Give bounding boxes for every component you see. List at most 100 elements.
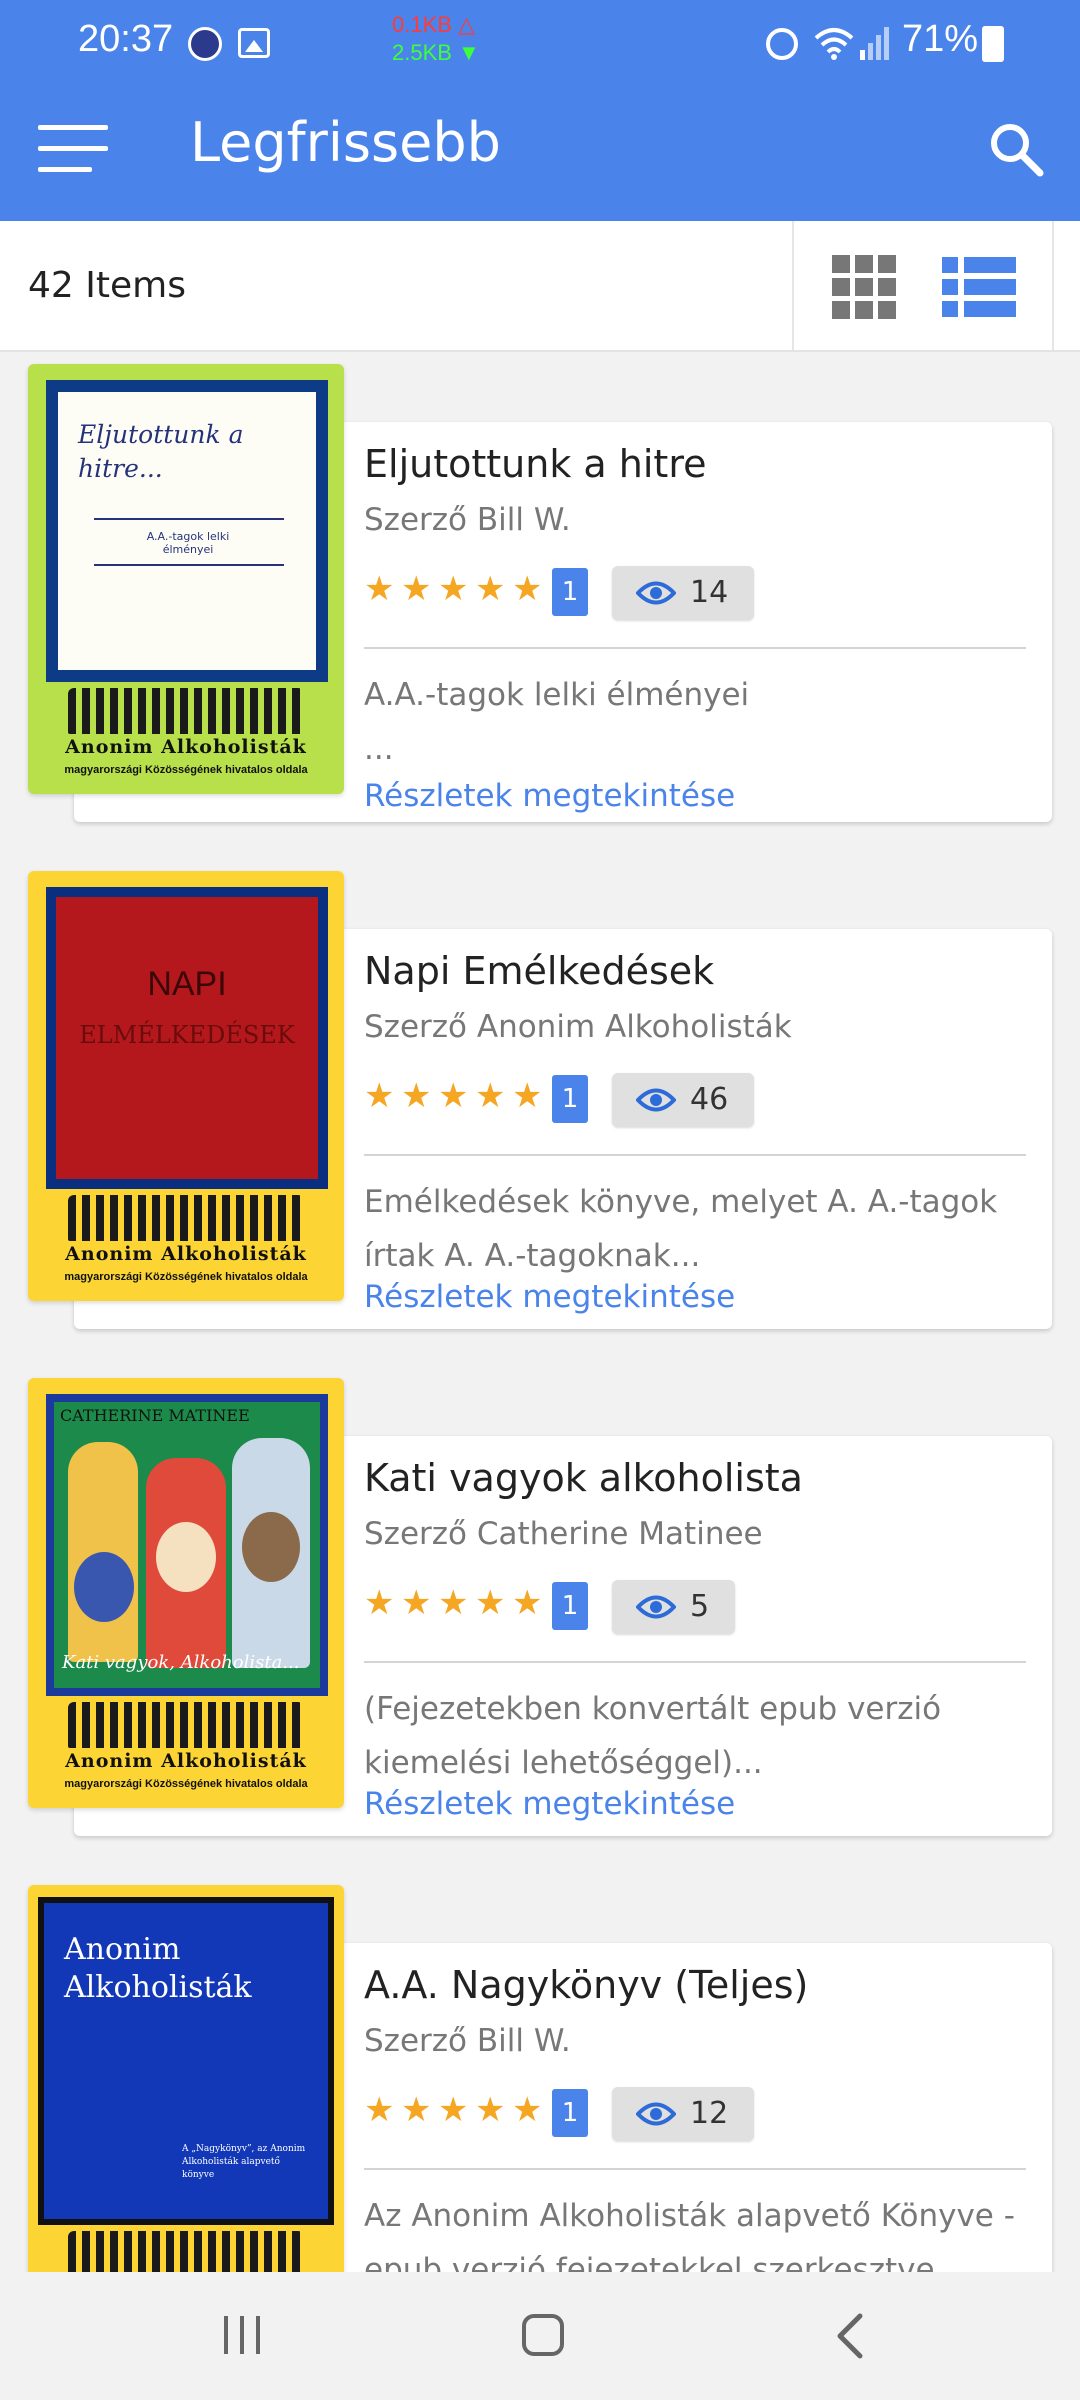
card-divider (364, 1154, 1026, 1156)
signal-icon (860, 27, 889, 60)
page-title: Legfrissebb (190, 111, 501, 174)
rating-stars: ★ ★ ★ ★ ★ (364, 1586, 546, 1626)
views-count: 5 (690, 1589, 710, 1624)
hamburger-menu-icon[interactable] (38, 125, 108, 173)
star-icon: ★ (512, 1076, 543, 1116)
views-count: 12 (690, 2096, 729, 2131)
rating-count-badge: 1 (552, 1582, 588, 1630)
list-item[interactable]: Anonim Alkoholisták A „Nagykönyv”, az An… (0, 1873, 1080, 2272)
cover-org-name: Anonim Alkoholisták (65, 1750, 307, 1772)
details-link[interactable]: Részletek megtekintése (364, 1786, 735, 1822)
grid-view-icon[interactable] (792, 221, 922, 350)
star-icon: ★ (401, 569, 432, 609)
book-author: Szerző Bill W. (364, 502, 571, 538)
cover-subtitle-text: ELMÉLKEDÉSEK (79, 1021, 295, 1049)
rating-stars: ★ ★ ★ ★ ★ (364, 572, 546, 612)
search-icon[interactable] (986, 119, 1046, 179)
cover-org-sub: magyarországi Közösségének hivatalos old… (64, 1778, 308, 1790)
star-icon: ★ (475, 2090, 506, 2130)
rating-count-badge: 1 (552, 2089, 588, 2137)
rating-count-badge: 1 (552, 568, 588, 616)
star-icon: ★ (438, 1583, 469, 1623)
cover-title-text: Anonim Alkoholisták (64, 1932, 252, 2005)
system-nav-bar (0, 2272, 1080, 2400)
book-author: Szerző Anonim Alkoholisták (364, 1009, 792, 1045)
book-description: Emélkedések könyve, melyet A. A.-tagok í… (364, 1184, 998, 1274)
cover-title-text: NAPI (147, 965, 227, 1003)
book-cover-image[interactable]: Eljutottunk a hitre... A.A.-tagok lelki … (28, 364, 344, 794)
star-icon: ★ (364, 1076, 395, 1116)
book-cover-image[interactable]: Anonim Alkoholisták A „Nagykönyv”, az An… (28, 1885, 344, 2272)
star-icon: ★ (475, 569, 506, 609)
status-time: 20:37 (78, 18, 174, 60)
star-icon: ★ (475, 1076, 506, 1116)
details-link[interactable]: Részletek megtekintése (364, 778, 735, 814)
rating-count-badge: 1 (552, 1075, 588, 1123)
views-badge: 12 (612, 2087, 755, 2141)
list-item[interactable]: Eljutottunk a hitre... A.A.-tagok lelki … (0, 352, 1080, 822)
cover-title-text: Eljutottunk a hitre... (78, 420, 244, 483)
eye-icon (636, 2102, 676, 2126)
list-view-icon[interactable] (922, 221, 1054, 350)
net-download-speed: 2.5KB ▼ (392, 40, 480, 65)
list-item[interactable]: CATHERINE MATINEE Kati vagyok, Alkoholis… (0, 1366, 1080, 1836)
book-description: A.A.-tagok lelki élményei ... (364, 677, 750, 767)
status-bar: 20:37 0.1KB △ 2.5KB ▼ 71% (0, 0, 1080, 73)
items-count: 42 Items (28, 265, 186, 306)
book-list: Eljutottunk a hitre... A.A.-tagok lelki … (0, 352, 1080, 2272)
book-description: Az Anonim Alkoholisták alapvető Könyve -… (364, 2198, 1015, 2272)
eye-icon (636, 1595, 676, 1619)
cover-subtitle-text: Kati vagyok, Alkoholista... (62, 1652, 300, 1673)
wifi-icon (814, 28, 854, 60)
book-title[interactable]: Napi Emélkedések (364, 949, 714, 993)
star-icon: ★ (364, 2090, 395, 2130)
eye-icon (636, 581, 676, 605)
card-divider (364, 647, 1026, 649)
book-title[interactable]: Eljutottunk a hitre (364, 442, 706, 486)
cover-org-sub: magyarországi Közösségének hivatalos old… (64, 764, 308, 776)
star-icon: ★ (364, 569, 395, 609)
list-item[interactable]: NAPI ELMÉLKEDÉSEK Anonim Alkoholisták ma… (0, 859, 1080, 1329)
back-icon[interactable] (830, 2312, 874, 2360)
star-icon: ★ (438, 2090, 469, 2130)
cover-org-name: Anonim Alkoholisták (65, 736, 307, 758)
net-upload-speed: 0.1KB △ (392, 12, 475, 37)
battery-icon (982, 26, 1004, 62)
cover-org-sub: magyarországi Közösségének hivatalos old… (64, 1271, 308, 1283)
views-count: 14 (690, 575, 729, 610)
book-author: Szerző Catherine Matinee (364, 1516, 763, 1552)
card-divider (364, 2168, 1026, 2170)
home-icon[interactable] (522, 2314, 564, 2356)
book-title[interactable]: Kati vagyok alkoholista (364, 1456, 803, 1500)
star-icon: ★ (512, 2090, 543, 2130)
star-icon: ★ (364, 1583, 395, 1623)
star-icon: ★ (512, 1583, 543, 1623)
views-badge: 5 (612, 1580, 736, 1634)
rating-stars: ★ ★ ★ ★ ★ (364, 2093, 546, 2133)
star-icon: ★ (512, 569, 543, 609)
views-count: 46 (690, 1082, 729, 1117)
battery-percentage: 71% (902, 18, 979, 60)
star-icon: ★ (401, 1076, 432, 1116)
image-notification-icon (238, 28, 270, 58)
star-icon: ★ (475, 1583, 506, 1623)
eye-icon (636, 1088, 676, 1112)
card-divider (364, 1661, 1026, 1663)
cover-branding-strip (28, 2225, 344, 2272)
notification-icon (188, 27, 222, 61)
cover-branding-strip: Anonim Alkoholisták magyarországi Közöss… (28, 1696, 344, 1808)
book-cover-image[interactable]: CATHERINE MATINEE Kati vagyok, Alkoholis… (28, 1378, 344, 1808)
star-icon: ★ (401, 1583, 432, 1623)
cover-subtitle-text: A „Nagykönyv”, az Anonim Alkoholisták al… (182, 2144, 306, 2180)
app-bar: Legfrissebb (0, 73, 1080, 221)
book-cover-image[interactable]: NAPI ELMÉLKEDÉSEK Anonim Alkoholisták ma… (28, 871, 344, 1301)
details-link[interactable]: Részletek megtekintése (364, 1279, 735, 1315)
book-title[interactable]: A.A. Nagykönyv (Teljes) (364, 1963, 808, 2007)
book-author: Szerző Bill W. (364, 2023, 571, 2059)
list-toolbar: 42 Items (0, 221, 1080, 352)
cover-branding-strip: Anonim Alkoholisták magyarországi Közöss… (28, 682, 344, 794)
cover-subtitle-text: A.A.-tagok lelki élményei (146, 530, 230, 556)
recent-apps-icon[interactable] (224, 2316, 264, 2356)
book-description: (Fejezetekben konvertált epub verzió kie… (364, 1691, 942, 1781)
rating-stars: ★ ★ ★ ★ ★ (364, 1079, 546, 1119)
